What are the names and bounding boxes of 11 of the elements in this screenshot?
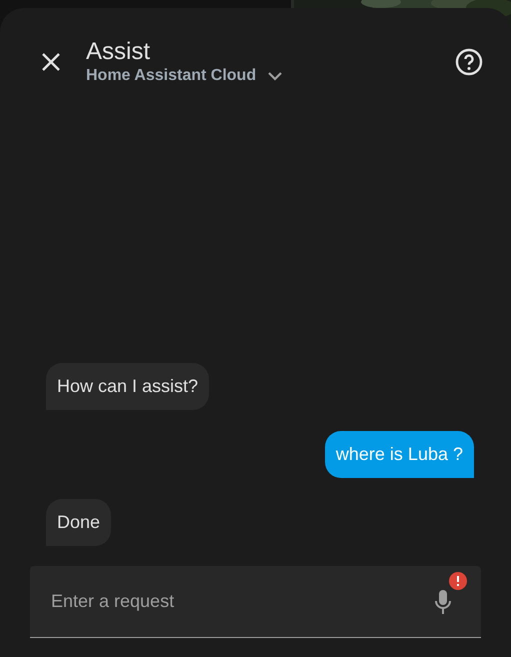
close-icon xyxy=(41,52,61,72)
help-icon xyxy=(455,48,483,76)
chat-message: Done xyxy=(46,499,112,546)
chat-message: where is Luba ? xyxy=(324,431,474,478)
pipeline-selector[interactable]: Home Assistant Cloud xyxy=(86,66,282,86)
dialog-title: Assist xyxy=(86,38,152,66)
help-button[interactable] xyxy=(455,48,483,76)
chevron-down-icon xyxy=(268,72,282,80)
microphone-icon xyxy=(433,589,453,615)
request-field[interactable]: Enter a request xyxy=(30,566,481,638)
chat-message: How can I assist? xyxy=(46,363,210,410)
